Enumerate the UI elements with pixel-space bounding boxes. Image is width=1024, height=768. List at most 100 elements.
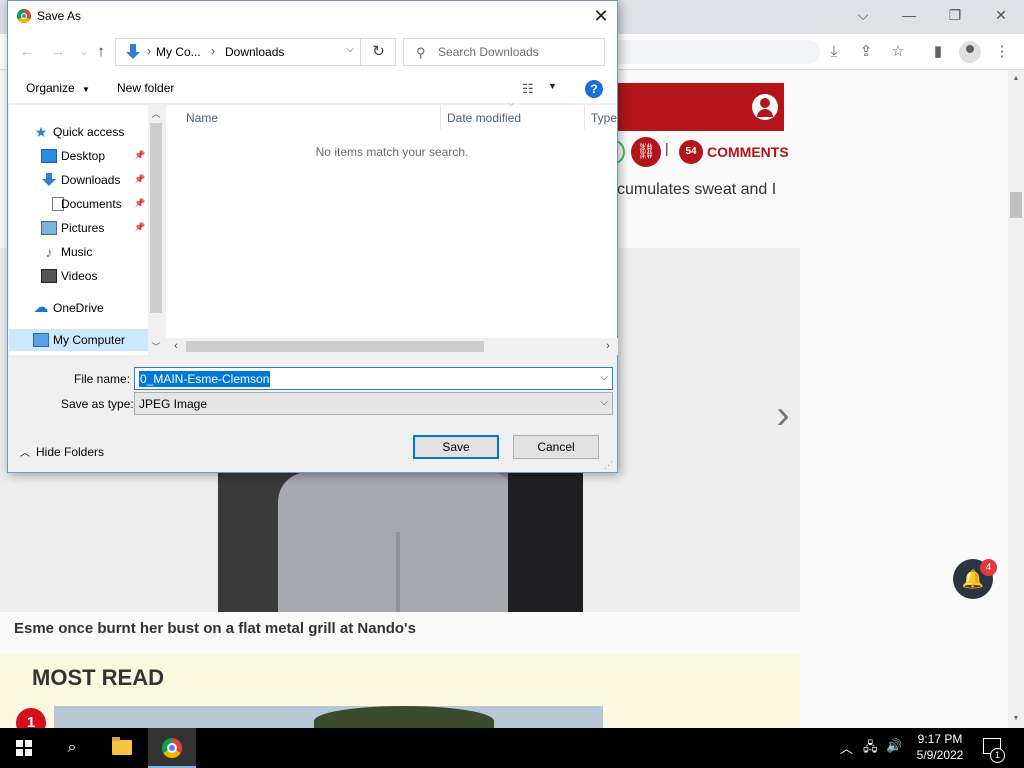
nav-item-label: OneDrive	[53, 301, 104, 315]
chevron-down-icon[interactable]: ﹀	[148, 340, 164, 354]
chevron-right-icon[interactable]: ›	[601, 340, 615, 352]
resize-grip-icon[interactable]: ⋰	[604, 460, 613, 471]
navigation-pane: ★ Quick access Desktop 📌 Downloads 📌 Doc…	[9, 105, 164, 355]
show-hidden-icons-icon[interactable]: ︿	[840, 738, 853, 757]
dialog-close-button[interactable]: ✕	[586, 5, 616, 27]
nav-item-downloads[interactable]: Downloads 📌	[9, 169, 149, 191]
tab-search-icon[interactable]: ⌵	[840, 4, 886, 26]
dialog-titlebar[interactable]: Save As ✕	[8, 1, 617, 32]
account-icon[interactable]	[752, 94, 778, 120]
search-icon: ⚲	[416, 45, 426, 60]
chevron-down-icon[interactable]: ⌵	[600, 372, 608, 383]
column-header-type[interactable]: Type	[591, 111, 617, 125]
back-arrow-icon[interactable]: ←	[17, 42, 37, 62]
bookmark-star-icon[interactable]: ☆	[888, 42, 908, 62]
dialog-title: Save As	[37, 9, 82, 23]
file-name-input[interactable]: 0_MAIN-Esme-Clemson	[139, 371, 271, 387]
pin-icon: 📌	[134, 222, 146, 232]
hide-folders-button[interactable]: ︿ Hide Folders	[20, 444, 104, 459]
breadcrumb-separator-icon[interactable]: ›	[147, 44, 151, 58]
notification-count-badge: 4	[980, 559, 997, 576]
column-header-name[interactable]: Name	[186, 111, 218, 125]
column-divider[interactable]	[440, 105, 441, 129]
network-icon[interactable]: 🖧	[863, 738, 878, 760]
search-icon[interactable]: ⌕	[48, 728, 96, 768]
comment-count-badge[interactable]: 54	[679, 140, 703, 164]
page-scrollbar[interactable]	[1008, 71, 1024, 728]
system-clock[interactable]: 9:17 PM 5/9/2022	[910, 731, 970, 763]
nav-item-quick-access[interactable]: ★ Quick access	[9, 121, 149, 143]
chevron-left-icon[interactable]: ‹	[169, 340, 183, 352]
comments-link[interactable]: COMMENTS	[707, 144, 789, 160]
restore-button[interactable]: ❐	[932, 4, 978, 26]
save-as-type-value: JPEG Image	[139, 397, 208, 411]
minimize-button[interactable]: —	[886, 4, 932, 26]
page-scrollbar-thumb[interactable]	[1010, 192, 1022, 218]
breadcrumb-downloads[interactable]: Downloads	[225, 45, 284, 59]
nav-item-label: Videos	[61, 269, 98, 283]
article-photo[interactable]	[218, 472, 583, 612]
save-button[interactable]: Save	[413, 435, 499, 459]
hscrollbar-thumb[interactable]	[186, 341, 484, 352]
copy-link-icon[interactable]: ⛓	[631, 137, 661, 167]
chevron-down-icon[interactable]: ⌵	[342, 44, 358, 55]
cloud-icon: ☁	[33, 299, 49, 316]
close-window-button[interactable]: ✕	[978, 4, 1024, 26]
profile-avatar[interactable]	[959, 41, 981, 63]
forward-arrow-icon[interactable]: →	[48, 42, 68, 62]
view-options-icon[interactable]: ☷	[522, 81, 534, 97]
nav-item-pictures[interactable]: Pictures 📌	[9, 217, 149, 239]
video-icon	[41, 269, 57, 283]
menu-kebab-icon[interactable]: ⋮	[992, 42, 1012, 62]
pictures-icon	[41, 221, 57, 235]
column-header-date-modified[interactable]: Date modified	[447, 111, 521, 125]
nav-item-music[interactable]: ♪ Music	[9, 241, 149, 263]
search-field[interactable]: ⚲	[403, 38, 605, 66]
address-bar[interactable]	[600, 40, 820, 64]
file-name-field[interactable]: 0_MAIN-Esme-Clemson ⌵	[134, 367, 613, 390]
nav-item-my-computer[interactable]: My Computer	[9, 329, 149, 351]
search-input[interactable]	[438, 42, 598, 62]
volume-icon[interactable]: 🔊	[886, 738, 902, 754]
gallery-next-icon[interactable]: ›	[768, 390, 798, 440]
music-icon: ♪	[45, 244, 53, 260]
up-arrow-icon[interactable]: ↑	[91, 42, 111, 62]
divider: |	[665, 140, 669, 156]
breadcrumb-my-computer[interactable]: My Co...	[156, 45, 201, 59]
clock-date: 5/9/2022	[916, 748, 964, 762]
nav-pane-scrollbar-thumb[interactable]	[150, 123, 162, 313]
column-divider[interactable]	[584, 105, 585, 129]
most-read-heading: MOST READ	[32, 665, 164, 690]
scroll-up-arrow[interactable]: ▲	[1010, 73, 1022, 85]
file-list-pane[interactable]: Name Date modified Type No items match y…	[165, 105, 618, 355]
address-breadcrumb[interactable]: › My Co... › Downloads ⌵ ↻	[115, 38, 396, 66]
folder-icon	[112, 737, 132, 755]
chevron-up-icon[interactable]: ︿	[148, 107, 164, 121]
cancel-button[interactable]: Cancel	[513, 435, 599, 459]
help-icon[interactable]: ?	[585, 80, 603, 98]
breadcrumb-separator-icon[interactable]: ›	[211, 44, 215, 58]
nav-item-desktop[interactable]: Desktop 📌	[9, 145, 149, 167]
scroll-down-arrow[interactable]: ▼	[1010, 713, 1022, 725]
photo-caption: Esme once burnt her bust on a flat metal…	[14, 620, 416, 637]
navigation-bar: ← → ⌄ ↑ › My Co... › Downloads ⌵ ↻ ⚲	[8, 32, 617, 72]
chevron-down-icon[interactable]: ▼	[548, 81, 557, 91]
desktop-icon	[41, 149, 57, 163]
share-icon[interactable]: ⇪	[856, 42, 876, 62]
nav-item-videos[interactable]: Videos	[9, 265, 149, 287]
side-panel-icon[interactable]: ▮	[928, 42, 948, 62]
action-center-badge: 1	[990, 748, 1005, 763]
save-as-type-select[interactable]: JPEG Image ⌵	[134, 392, 613, 415]
save-as-type-label: Save as type:	[61, 397, 134, 411]
nav-item-label: Documents	[61, 197, 122, 211]
download-icon[interactable]: ⤓	[824, 42, 844, 62]
refresh-icon[interactable]: ↻	[360, 39, 396, 65]
organize-menu-button[interactable]: Organize ▼	[26, 81, 90, 95]
chrome-icon	[162, 738, 182, 758]
new-folder-button[interactable]: New folder	[117, 81, 174, 95]
nav-item-onedrive[interactable]: ☁ OneDrive	[9, 297, 149, 319]
most-read-thumbnail[interactable]	[54, 706, 603, 728]
clock-time: 9:17 PM	[917, 732, 963, 746]
nav-item-documents[interactable]: Documents 📌	[9, 193, 149, 215]
file-list-hscrollbar[interactable]: ‹ ›	[166, 338, 618, 355]
